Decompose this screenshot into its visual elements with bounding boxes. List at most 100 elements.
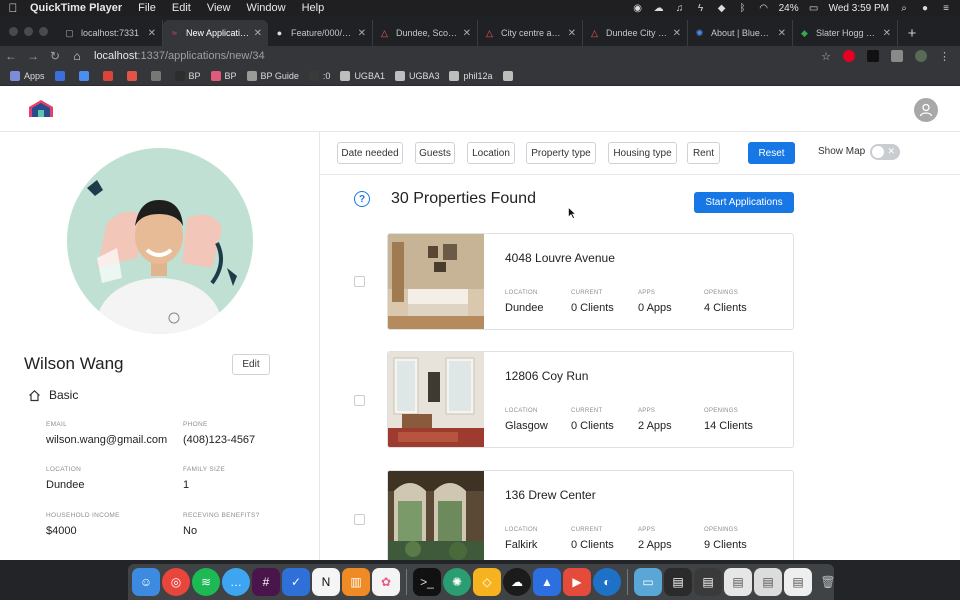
bookmark-item[interactable]: Apps [10,70,45,81]
bookmark-item[interactable] [78,70,93,81]
select-property-checkbox[interactable] [354,395,365,406]
close-tab-icon[interactable]: ✕ [148,28,156,39]
close-tab-icon[interactable]: ✕ [568,28,576,39]
minimize-window-button[interactable] [24,26,33,36]
filter-location[interactable]: Location [467,142,515,164]
menu-file[interactable]: File [130,2,164,14]
bluetooth-icon[interactable]: ᛒ [737,3,749,14]
window-thumbnail-icon[interactable]: ▤ [694,568,722,596]
record-icon[interactable]: ◉ [632,3,644,14]
forward-icon[interactable]: → [22,49,44,63]
back-icon[interactable]: ← [0,49,22,63]
close-window-button[interactable] [9,26,18,36]
bookmark-item[interactable] [54,70,69,81]
select-property-checkbox[interactable] [354,276,365,287]
close-tab-icon[interactable]: ✕ [463,28,471,39]
browser-tab[interactable]: △Dundee, Scotland✕ [373,20,478,46]
wifi-icon[interactable]: ◠ [758,3,770,14]
home-icon[interactable]: ⌂ [66,49,88,63]
ghostery-extension-icon[interactable] [891,50,903,62]
notification-center-icon[interactable]: ≡ [940,3,952,14]
bookmark-item[interactable] [502,70,517,81]
bookmark-item[interactable] [126,70,141,81]
bookmark-item[interactable]: phil12a [449,70,493,81]
filter-housing-type[interactable]: Housing type [608,142,677,164]
icloud-icon[interactable]: ☁ [503,568,531,596]
apple-icon[interactable]:  [0,1,26,15]
notion-icon[interactable]: N [312,568,340,596]
property-card[interactable]: 4048 Louvre Avenue LOCATION Dundee CURREN… [387,233,794,330]
spotify-icon[interactable]: ≋ [192,568,220,596]
close-tab-icon[interactable]: ✕ [673,28,681,39]
bookmark-item[interactable]: UGBA3 [394,70,439,81]
bookmark-star-icon[interactable]: ☆ [821,50,831,63]
bookmark-item[interactable] [102,70,117,81]
pinterest-extension-icon[interactable] [843,50,855,62]
bookmark-item[interactable]: :0 [308,70,330,81]
keynote-icon[interactable]: ▲ [533,568,561,596]
dropbox-icon[interactable]: ◆ [716,3,728,14]
menu-clock[interactable]: Wed 3:59 PM [829,3,889,14]
more-menu-icon[interactable]: ⋮ [939,50,950,63]
filter-property-type[interactable]: Property type [526,142,596,164]
user-avatar-button[interactable] [914,98,938,122]
chatgpt-icon[interactable]: ✺ [443,568,471,596]
menu-help[interactable]: Help [294,2,333,14]
menu-app-name[interactable]: QuickTime Player [26,2,130,14]
messages-icon[interactable]: … [222,568,250,596]
window-thumbnail-icon[interactable]: ▤ [784,568,812,596]
property-card[interactable]: 12806 Coy Run LOCATION Glasgow CURRENT 0 C… [387,351,794,448]
cloud-icon[interactable]: ☁ [653,3,665,14]
select-property-checkbox[interactable] [354,514,365,525]
close-tab-icon[interactable]: ✕ [778,28,786,39]
window-thumbnail-icon[interactable]: ▤ [664,568,692,596]
browser-tab[interactable]: ▢ localhost:7331 ✕ [58,20,163,46]
flag-extension-icon[interactable] [867,50,879,62]
sketch-icon[interactable]: ◇ [473,568,501,596]
bookmark-item[interactable]: UGBA1 [340,70,385,81]
terminal-icon[interactable]: >_ [413,568,441,596]
reset-button[interactable]: Reset [748,142,795,164]
transmit-icon[interactable]: ▶ [563,568,591,596]
window-thumbnail-icon[interactable]: ▤ [724,568,752,596]
close-tab-icon[interactable]: ✕ [883,28,891,39]
lightning-icon[interactable]: ϟ [695,3,707,14]
filter-guests[interactable]: Guests [415,142,455,164]
browser-tab[interactable]: ✺ About | Blueprint ✕ [688,20,793,46]
browser-tab[interactable]: △Dundee City Centre✕ [583,20,688,46]
help-icon[interactable]: ? [354,191,370,207]
property-card[interactable]: 136 Drew Center LOCATION Falkirk CURRENT 0… [387,470,794,560]
blueprint-logo[interactable] [26,98,56,118]
chrome-icon[interactable]: ◎ [162,568,190,596]
close-tab-icon[interactable]: ✕ [358,28,366,39]
browser-tab[interactable]: ◆Slater Hogg & Howison✕ [793,20,898,46]
url-input[interactable]: localhost:1337/applications/new/34 [94,46,821,66]
things-icon[interactable]: ✓ [282,568,310,596]
browser-tab-active[interactable]: ≈ New Applications ✕ [163,20,268,46]
new-tab-button[interactable]: + [898,20,926,46]
browser-tab[interactable]: △City centre apartments✕ [478,20,583,46]
bookmark-item[interactable]: BP [174,70,201,81]
window-thumbnail-icon[interactable]: ▤ [754,568,782,596]
maximize-window-button[interactable] [39,26,48,36]
menu-edit[interactable]: Edit [164,2,199,14]
show-map-toggle[interactable]: ✕ [870,144,900,160]
slack-icon[interactable]: # [252,568,280,596]
battery-icon[interactable]: ▭ [808,3,820,14]
bookmark-item[interactable] [150,70,165,81]
filter-date-needed[interactable]: Date needed [337,142,403,164]
headphones-icon[interactable]: ♫ [674,3,686,14]
browser-tab[interactable]: ●Feature/000/cards✕ [268,20,373,46]
reload-icon[interactable]: ↻ [44,49,66,63]
bookmark-item[interactable]: BP Guide [246,70,299,81]
start-applications-button[interactable]: Start Applications [694,192,794,213]
filter-rent[interactable]: Rent [687,142,720,164]
siri-icon[interactable]: ● [919,3,931,14]
photos-icon[interactable]: ✿ [372,568,400,596]
menu-window[interactable]: Window [238,2,293,14]
trash-icon[interactable]: 🗑 [814,568,842,596]
menu-view[interactable]: View [199,2,239,14]
bookmark-item[interactable]: BP [210,70,237,81]
search-icon[interactable]: ⌕ [898,3,910,14]
books-icon[interactable]: ▥ [342,568,370,596]
